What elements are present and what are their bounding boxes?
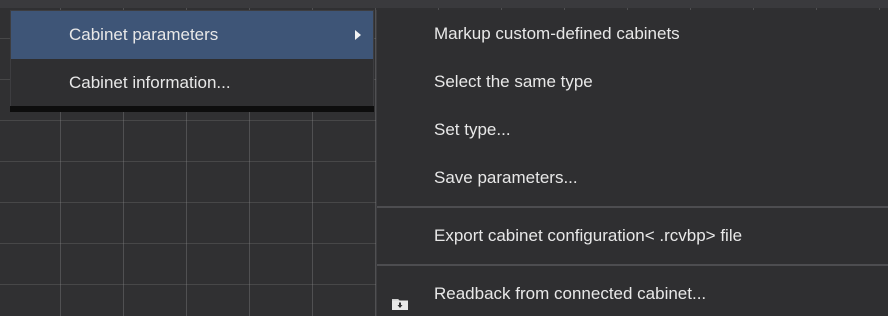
- submenu-item-set-type[interactable]: Set type...: [377, 106, 888, 154]
- submenu-arrow-icon: [355, 30, 361, 40]
- submenu-item-label: Readback from connected cabinet...: [434, 284, 707, 303]
- submenu-item-label: Markup custom-defined cabinets: [434, 24, 680, 43]
- menu-item-cabinet-parameters[interactable]: Cabinet parameters: [11, 11, 373, 59]
- app-screen: Cabinet parameters Cabinet information..…: [0, 0, 888, 316]
- submenu-item-label: Set type...: [434, 120, 511, 139]
- folder-download-icon: [391, 284, 409, 310]
- submenu-item-readback[interactable]: Readback from connected cabinet...: [377, 270, 888, 316]
- submenu-item-save-parameters[interactable]: Save parameters...: [377, 154, 888, 202]
- menu-bottom-shadow: [10, 106, 374, 112]
- top-toolbar-strip: [0, 0, 888, 8]
- submenu-item-export-configuration[interactable]: Export cabinet configuration< .rcvbp> fi…: [377, 212, 888, 260]
- menu-divider: [377, 264, 888, 266]
- submenu-item-select-same-type[interactable]: Select the same type: [377, 58, 888, 106]
- menu-item-label: Cabinet information...: [69, 73, 231, 92]
- menu-divider: [377, 206, 888, 208]
- menu-item-label: Cabinet parameters: [69, 25, 219, 44]
- submenu-item-label: Save parameters...: [434, 168, 578, 187]
- submenu-item-markup-custom-cabinets[interactable]: Markup custom-defined cabinets: [377, 10, 888, 58]
- context-menu: Cabinet parameters Cabinet information..…: [10, 10, 374, 108]
- menu-item-cabinet-information[interactable]: Cabinet information...: [11, 59, 373, 107]
- submenu-item-label: Export cabinet configuration< .rcvbp> fi…: [434, 226, 743, 245]
- cabinet-parameters-submenu: Markup custom-defined cabinets Select th…: [376, 10, 888, 316]
- submenu-item-label: Select the same type: [434, 72, 593, 91]
